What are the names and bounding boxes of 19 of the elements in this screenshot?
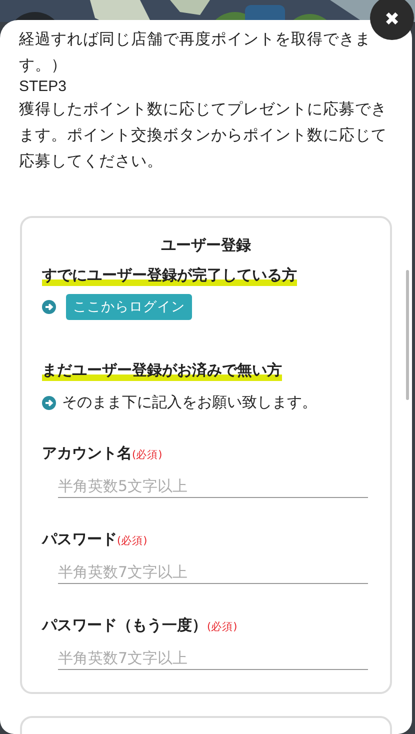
instruction-text: そのまま下に記入をお願い致します。 [62,393,317,412]
field-label: アカウント名 [42,444,132,463]
required-mark: (必須) [207,620,238,634]
section-heading: すでにユーザー登録が完了している方 [42,265,297,286]
arrow-circle-icon [42,300,56,314]
required-mark: (必須) [132,448,162,462]
input-field[interactable]: 半角英数7文字以上 [58,561,368,584]
section-heading: まだユーザー登録がお済みで無い方 [42,360,282,381]
field-label: パスワード [42,530,117,549]
card-title: ユーザー登録 [160,236,252,255]
field-label: パスワード（もう一度） [42,616,207,635]
arrow-circle-icon [42,396,56,410]
input-field[interactable]: 半角英数5文字以上 [58,475,368,498]
input-field[interactable]: 半角英数7文字以上 [58,647,368,670]
scrollbar[interactable] [406,270,409,400]
instruction-text: 経過すれば同じ店舗で再度ポイントを取得できます。） [19,29,372,76]
instruction-text: 獲得したポイント数に応じてプレゼントに応募できます。ポイント交換ボタンからポイント数に応じて応募してください。 [19,99,388,172]
step-label: STEP3 [19,78,68,96]
required-mark: (必須) [117,534,148,548]
